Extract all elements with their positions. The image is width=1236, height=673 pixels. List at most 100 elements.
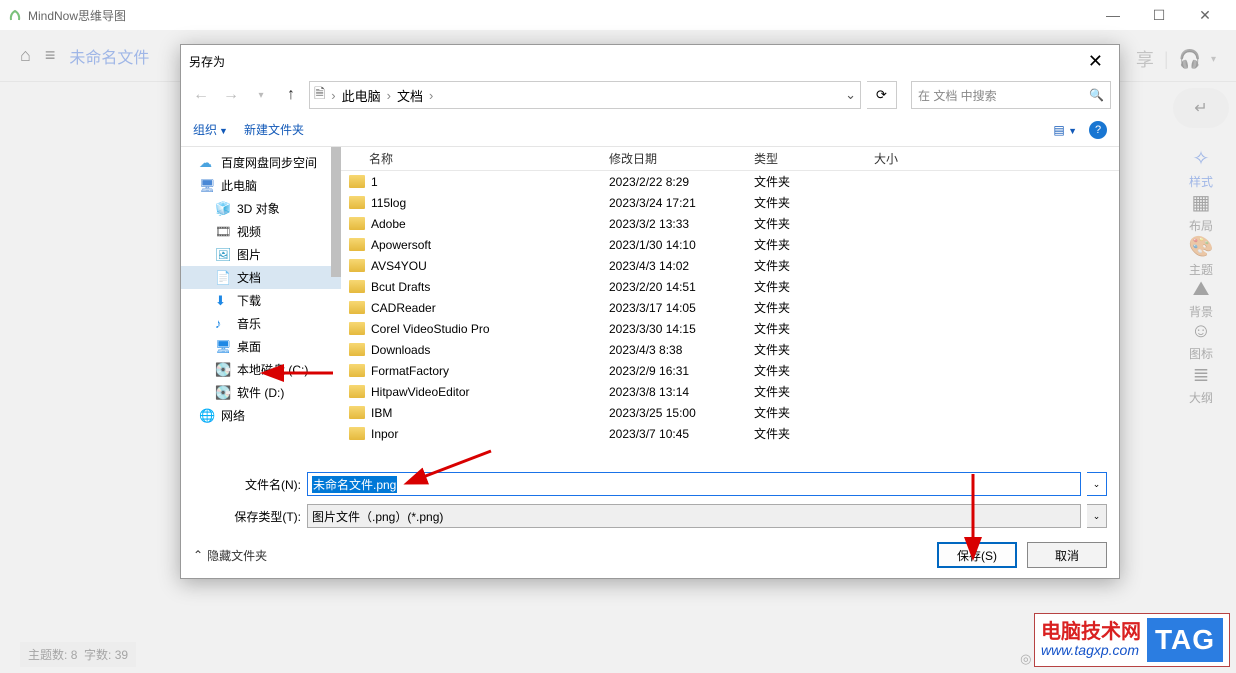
file-name: Bcut Drafts <box>371 280 430 294</box>
filetype-row: 保存类型(T): 图片文件（.png）(*.png) ⌄ <box>193 504 1107 528</box>
file-row[interactable]: CADReader2023/3/17 14:05文件夹 <box>341 297 1119 318</box>
col-name[interactable]: 名称 <box>341 150 601 167</box>
breadcrumb-dropdown-icon[interactable]: ⌄ <box>845 87 856 103</box>
tree-item[interactable]: 📄文档 <box>181 266 341 289</box>
file-name: Adobe <box>371 217 406 231</box>
file-date: 2023/3/17 14:05 <box>601 301 746 315</box>
filename-input[interactable]: 未命名文件.png <box>307 472 1081 496</box>
file-row[interactable]: Bcut Drafts 2023/2/20 14:51文件夹 <box>341 276 1119 297</box>
window-minimize[interactable]: — <box>1090 7 1136 24</box>
help-button[interactable]: ? <box>1089 121 1107 139</box>
cancel-button[interactable]: 取消 <box>1027 542 1107 568</box>
watermark-title: 电脑技术网 <box>1041 621 1141 643</box>
dialog-title-bar: 另存为 ✕ <box>181 45 1119 77</box>
file-row[interactable]: AVS4YOU2023/4/3 14:02文件夹 <box>341 255 1119 276</box>
file-type: 文件夹 <box>746 194 866 211</box>
file-row[interactable]: FormatFactory2023/2/9 16:31文件夹 <box>341 360 1119 381</box>
folder-icon <box>349 427 365 440</box>
file-row[interactable]: 115log2023/3/24 17:21文件夹 <box>341 192 1119 213</box>
folder-icon <box>349 406 365 419</box>
file-type: 文件夹 <box>746 299 866 316</box>
nav-back-button[interactable]: ← <box>189 86 213 104</box>
tree-icon: 🧊 <box>215 201 231 217</box>
tree-label: 下载 <box>237 292 261 309</box>
tree-item[interactable]: 🎞视频 <box>181 220 341 243</box>
file-date: 2023/3/2 13:33 <box>601 217 746 231</box>
filetype-dropdown-icon[interactable]: ⌄ <box>1087 504 1107 528</box>
nav-up-button[interactable]: ↑ <box>279 86 303 104</box>
file-list-header[interactable]: 名称 修改日期 类型 大小 <box>341 147 1119 171</box>
folder-icon <box>349 280 365 293</box>
col-size[interactable]: 大小 <box>866 150 966 167</box>
file-type: 文件夹 <box>746 257 866 274</box>
file-date: 2023/3/24 17:21 <box>601 196 746 210</box>
col-type[interactable]: 类型 <box>746 150 866 167</box>
hide-folders-toggle[interactable]: ⌃隐藏文件夹 <box>193 547 267 564</box>
nav-tree[interactable]: ☁百度网盘同步空间🖥此电脑 🧊 3D 对象 🎞视频🖼图片📄文档⬇下载♪音乐🖥桌面💽本地… <box>181 147 341 464</box>
tree-item[interactable]: ♪音乐 <box>181 312 341 335</box>
search-input[interactable]: 在 文档 中搜索 🔍 <box>911 81 1111 109</box>
file-row[interactable]: IBM2023/3/25 15:00文件夹 <box>341 402 1119 423</box>
tree-item[interactable]: 🖥桌面 <box>181 335 341 358</box>
organize-menu[interactable]: 组织▼ <box>193 121 228 138</box>
window-maximize[interactable]: ☐ <box>1136 7 1182 24</box>
watermark-tag: TAG <box>1147 618 1223 662</box>
breadcrumb-folder[interactable]: 文档 <box>397 86 423 105</box>
folder-icon <box>349 175 365 188</box>
file-name: Corel VideoStudio Pro <box>371 322 490 336</box>
nav-chevron-down-icon[interactable]: ▾ <box>249 90 273 101</box>
file-row[interactable]: HitpawVideoEditor2023/3/8 13:14文件夹 <box>341 381 1119 402</box>
tree-item[interactable]: 💽软件 (D:) <box>181 381 341 404</box>
tree-icon: 📄 <box>215 270 231 286</box>
tree-label: 图片 <box>237 246 261 263</box>
breadcrumb-pc[interactable]: 此电脑 <box>342 86 381 105</box>
search-icon[interactable]: 🔍 <box>1089 88 1104 102</box>
file-date: 2023/2/20 14:51 <box>601 280 746 294</box>
file-date: 2023/1/30 14:10 <box>601 238 746 252</box>
col-date[interactable]: 修改日期 <box>601 150 746 167</box>
file-row[interactable]: Adobe2023/3/2 13:33文件夹 <box>341 213 1119 234</box>
tree-icon: 💽 <box>215 362 231 378</box>
tree-item[interactable]: 🖥此电脑 <box>181 174 341 197</box>
view-options-button[interactable]: ▤ ▼ <box>1053 123 1077 137</box>
file-name: Inpor <box>371 427 398 441</box>
file-row[interactable]: Corel VideoStudio Pro2023/3/30 14:15文件夹 <box>341 318 1119 339</box>
breadcrumb-bar[interactable]: 🗎 › 此电脑 › 文档 › ⌄ <box>309 81 861 109</box>
dialog-close-button[interactable]: ✕ <box>1080 51 1111 72</box>
filename-row: 文件名(N): 未命名文件.png ⌄ <box>193 472 1107 496</box>
file-row[interactable]: Inpor2023/3/7 10:45文件夹 <box>341 423 1119 444</box>
file-type: 文件夹 <box>746 425 866 442</box>
refresh-button[interactable]: ⟳ <box>867 81 897 109</box>
app-title: MindNow思维导图 <box>28 7 126 24</box>
chevron-down-icon: ⌃ <box>193 548 203 562</box>
folder-icon <box>349 364 365 377</box>
breadcrumb-sep: › <box>385 88 393 103</box>
save-button[interactable]: 保存(S) <box>937 542 1017 568</box>
tree-item[interactable]: 🌐网络 <box>181 404 341 427</box>
folder-icon <box>349 196 365 209</box>
tree-item[interactable]: ⬇下载 <box>181 289 341 312</box>
window-close[interactable]: ✕ <box>1182 7 1228 24</box>
file-row[interactable]: 12023/2/22 8:29文件夹 <box>341 171 1119 192</box>
tree-icon: 🖥 <box>215 339 231 355</box>
file-type: 文件夹 <box>746 320 866 337</box>
tree-scrollbar[interactable] <box>331 147 341 277</box>
tree-item[interactable]: 🧊 3D 对象 <box>181 197 341 220</box>
breadcrumb-sep: › <box>427 88 435 103</box>
app-title-bar: MindNow思维导图 — ☐ ✕ <box>0 0 1236 30</box>
filename-dropdown-icon[interactable]: ⌄ <box>1087 472 1107 496</box>
nav-forward-button[interactable]: → <box>219 86 243 104</box>
tree-item[interactable]: 💽本地磁盘 (C:) <box>181 358 341 381</box>
file-type: 文件夹 <box>746 278 866 295</box>
tree-item[interactable]: 🖼图片 <box>181 243 341 266</box>
new-folder-button[interactable]: 新建文件夹 <box>244 121 304 138</box>
breadcrumb-sep: › <box>329 88 337 103</box>
tree-label: 3D 对象 <box>237 200 280 217</box>
filetype-select[interactable]: 图片文件（.png）(*.png) <box>307 504 1081 528</box>
file-row[interactable]: Downloads2023/4/3 8:38文件夹 <box>341 339 1119 360</box>
tree-item[interactable]: ☁百度网盘同步空间 <box>181 151 341 174</box>
dialog-title: 另存为 <box>189 53 225 70</box>
tree-icon: ☁ <box>199 155 215 171</box>
file-row[interactable]: Apowersoft2023/1/30 14:10文件夹 <box>341 234 1119 255</box>
tree-label: 软件 (D:) <box>237 384 284 401</box>
